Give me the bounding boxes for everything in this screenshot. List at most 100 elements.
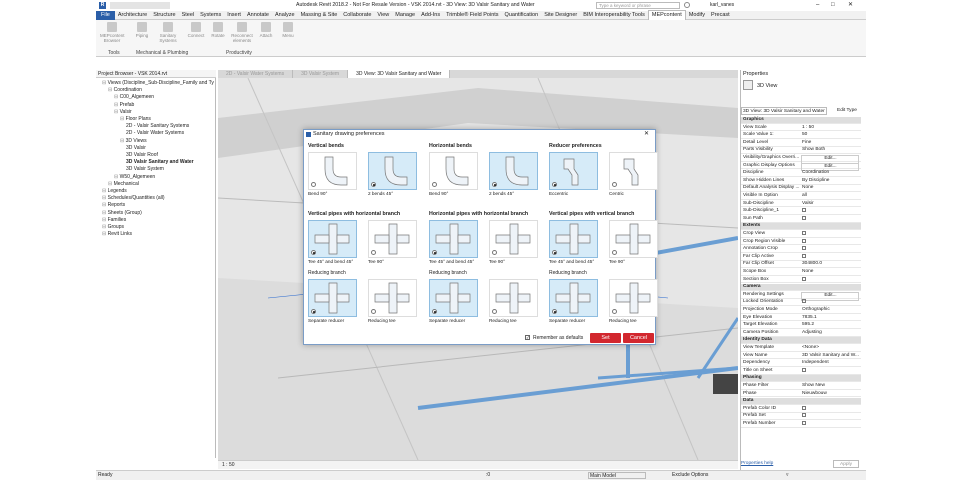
piping-button[interactable]: Piping — [130, 22, 154, 38]
property-checkbox[interactable] — [802, 367, 806, 372]
ribbon-tab[interactable]: Massing & Site — [298, 11, 341, 20]
property-row[interactable]: Prefab Set — [741, 413, 861, 421]
tree-item[interactable]: ⊟ Views (Discipline_Sub-Discipline_Famil… — [102, 80, 214, 87]
fitting-option[interactable]: Reducing tee — [609, 279, 658, 324]
ribbon-tab[interactable]: Manage — [392, 11, 418, 20]
property-checkbox[interactable] — [802, 413, 806, 418]
fitting-option[interactable]: Tee 90° — [489, 220, 538, 265]
fitting-option[interactable]: Tee 90° — [368, 220, 417, 265]
fitting-radio[interactable] — [311, 182, 316, 187]
property-row[interactable]: Default Analysis Display ... None — [741, 185, 861, 193]
instance-selector[interactable]: 3D View: 3D Valsir Sanitary and Water — [741, 107, 827, 115]
tree-item[interactable]: ⊟ Groups — [102, 224, 124, 231]
property-value[interactable] — [801, 413, 859, 420]
tree-item[interactable]: 3D Valsir Roof — [126, 152, 158, 159]
property-value[interactable]: Show New — [801, 383, 859, 390]
property-row[interactable]: Visibility/Graphics Overri... Edit... — [741, 155, 861, 164]
fitting-radio[interactable] — [492, 309, 497, 314]
fitting-option[interactable]: 2 bends 45° — [489, 152, 538, 197]
property-value[interactable] — [801, 299, 859, 306]
property-row[interactable]: View Template <None> — [741, 345, 861, 352]
property-checkbox[interactable] — [802, 405, 806, 410]
property-row[interactable]: Camera Position Adjusting — [741, 330, 861, 337]
fitting-radio[interactable] — [552, 309, 557, 314]
fitting-radio[interactable] — [432, 182, 437, 187]
property-row[interactable]: Detail Level Fine — [741, 140, 861, 147]
ribbon-tab[interactable]: Architecture — [115, 11, 150, 20]
ribbon-tab[interactable]: Quantification — [502, 11, 542, 20]
property-value[interactable]: None — [801, 269, 859, 276]
fitting-radio[interactable] — [371, 250, 376, 255]
property-value[interactable] — [801, 421, 859, 428]
property-value[interactable]: <None> — [801, 345, 859, 352]
fitting-radio[interactable] — [492, 182, 497, 187]
ribbon-tab[interactable]: Precast — [708, 11, 733, 20]
property-row[interactable]: Section Box — [741, 276, 861, 284]
property-checkbox[interactable] — [802, 208, 806, 213]
property-checkbox[interactable] — [802, 246, 806, 251]
ribbon-tab[interactable]: View — [374, 11, 392, 20]
fitting-option[interactable]: Tee 45° and bend 45° — [308, 220, 357, 265]
cancel-button[interactable]: Cancel — [623, 333, 654, 343]
fitting-option[interactable]: Eccentric — [549, 152, 598, 197]
property-row[interactable]: View Scale 1 : 50 — [741, 125, 861, 132]
ribbon-tab[interactable]: Steel — [179, 11, 198, 20]
fitting-radio[interactable] — [492, 250, 497, 255]
property-row[interactable]: Phase Nieuwbouw — [741, 391, 861, 398]
fitting-radio[interactable] — [552, 250, 557, 255]
tree-item[interactable]: ⊟ Legends — [102, 188, 127, 195]
edit-type-button[interactable]: Edit Type — [837, 107, 857, 115]
property-value[interactable] — [801, 253, 859, 261]
ribbon-tab[interactable]: Modify — [686, 11, 708, 20]
property-value[interactable]: 304800.0 — [801, 261, 859, 268]
property-value[interactable]: Coordination — [801, 170, 859, 177]
ribbon-tab[interactable]: MEPcontent — [647, 10, 686, 20]
connect-button[interactable]: Connect — [184, 22, 208, 38]
property-value[interactable] — [801, 231, 859, 238]
fitting-option[interactable]: Bend 90° — [308, 152, 357, 197]
view-tab-sanitary[interactable]: 3D View: 3D Valsir Sanitary and Water — [348, 70, 451, 78]
properties-help-link[interactable]: Properties help — [741, 461, 773, 466]
property-value[interactable]: 50 — [801, 132, 859, 139]
property-row[interactable]: Scope Box None — [741, 269, 861, 276]
ribbon-tab[interactable]: BIM Interoperability Tools — [580, 11, 648, 20]
property-value[interactable]: 7835.1 — [801, 315, 859, 322]
property-value[interactable]: 3D Valsir Sanitary and W... — [801, 353, 859, 360]
fitting-option[interactable]: Tee 45° and bend 45° — [549, 220, 598, 265]
tree-item[interactable]: ⊟ 3D Views — [120, 138, 147, 145]
sanitary-systems-button[interactable]: Sanitary Systems — [156, 22, 180, 43]
property-row[interactable]: Projection Mode Orthographic — [741, 307, 861, 314]
ribbon-tab[interactable]: Trimble® Field Points — [443, 11, 501, 20]
reconnect-button[interactable]: Reconnect elements — [230, 22, 254, 43]
tree-item[interactable]: ⊟ Sheets (Group) — [102, 210, 142, 217]
fitting-radio[interactable] — [371, 309, 376, 314]
tree-item[interactable]: 2D - Valsir Sanitary Systems — [126, 123, 189, 130]
fitting-option[interactable]: Separate reducer — [429, 279, 478, 324]
apply-button[interactable]: Apply — [833, 460, 859, 468]
tree-item[interactable]: 3D Valsir — [126, 145, 146, 152]
close-icon[interactable]: ✕ — [848, 0, 853, 11]
property-row[interactable]: Dependency Independent — [741, 360, 861, 367]
property-checkbox[interactable] — [802, 421, 806, 425]
property-row[interactable]: Rendering Settings Edit... — [741, 291, 861, 301]
tree-item[interactable]: ⊟ Mechanical — [108, 181, 139, 188]
property-value[interactable]: Valsir — [801, 201, 859, 208]
property-value[interactable]: all — [801, 193, 859, 200]
property-row[interactable]: Sub-Discipline Valsir — [741, 201, 861, 208]
property-row[interactable]: Prefab Number — [741, 421, 861, 428]
search-input[interactable]: Type a keyword or phrase — [596, 2, 680, 9]
tree-item[interactable]: ⊟ Families — [102, 217, 126, 224]
tree-item[interactable]: 3D Valsir Sanitary and Water — [126, 159, 194, 166]
property-row[interactable]: Title on Sheet — [741, 367, 861, 375]
property-row[interactable]: Graphic Display Options Edit... — [741, 162, 861, 172]
property-row[interactable]: Prefab Color ID — [741, 405, 861, 413]
remember-checkbox[interactable]: ✓ — [525, 335, 530, 340]
maximize-icon[interactable]: □ — [831, 0, 835, 11]
fitting-option[interactable]: Reducing tee — [368, 279, 417, 324]
property-value[interactable]: Independent — [801, 360, 859, 367]
property-value[interactable] — [801, 238, 859, 246]
fitting-radio[interactable] — [612, 182, 617, 187]
view-tab-system[interactable]: 3D Valsir System — [293, 70, 349, 78]
property-row[interactable]: Crop View — [741, 231, 861, 238]
quick-access-toolbar[interactable] — [110, 2, 170, 9]
